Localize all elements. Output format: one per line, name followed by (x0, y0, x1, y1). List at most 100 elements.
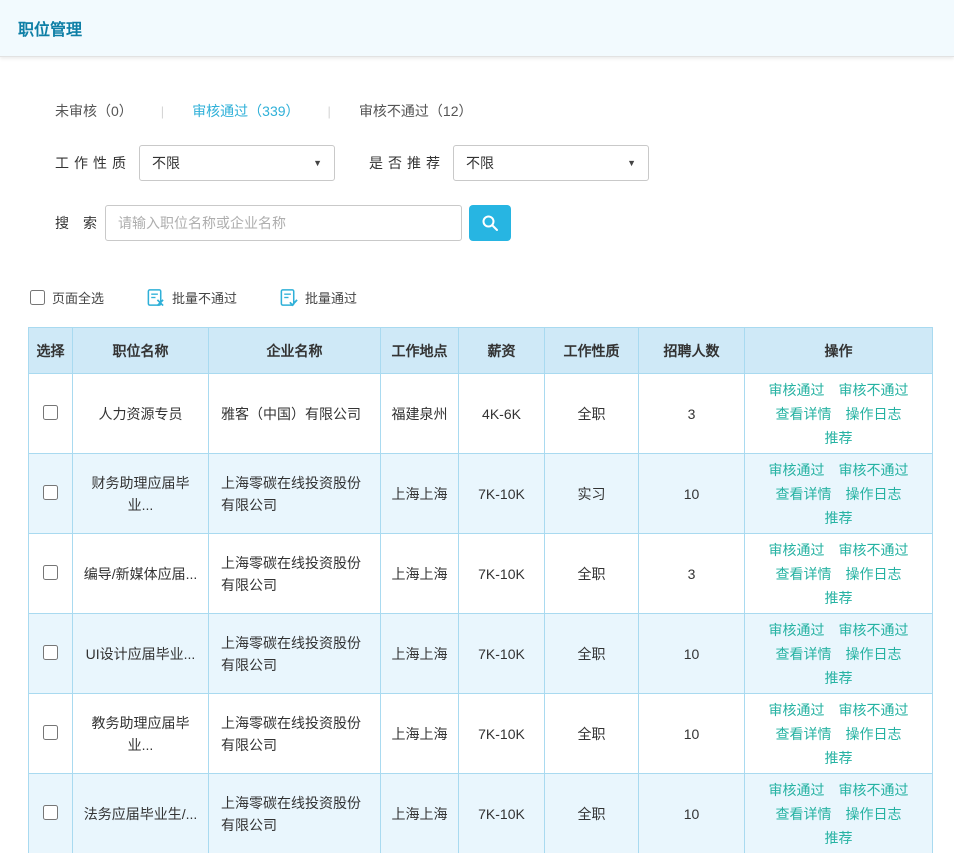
header-select: 选择 (29, 328, 73, 374)
salary-cell: 4K-6K (459, 374, 545, 454)
table-header-row: 选择 职位名称 企业名称 工作地点 薪资 工作性质 招聘人数 操作 (29, 328, 933, 374)
table-row: 教务助理应届毕业... 上海零碳在线投资股份有限公司 上海上海 7K-10K 全… (29, 694, 933, 774)
operation-log-link[interactable]: 操作日志 (846, 563, 902, 585)
tab-rejected[interactable]: 审核不通过（12） (359, 101, 473, 121)
view-detail-link[interactable]: 查看详情 (776, 403, 832, 425)
company-cell: 上海零碳在线投资股份有限公司 (209, 454, 381, 534)
recommend-selected-value: 不限 (466, 153, 494, 173)
recommend-link[interactable]: 推荐 (825, 667, 853, 689)
table-row: 法务应届毕业生/... 上海零碳在线投资股份有限公司 上海上海 7K-10K 全… (29, 774, 933, 853)
row-checkbox[interactable] (43, 725, 58, 740)
salary-cell: 7K-10K (459, 614, 545, 694)
filter-row-selects: 工作性质 不限 ▼ 是否推荐 不限 ▼ (55, 145, 926, 181)
bulk-actions-row: 页面全选 批量不通过 批量通过 (30, 288, 926, 307)
recommend-link[interactable]: 推荐 (825, 427, 853, 449)
header-company: 企业名称 (209, 328, 381, 374)
select-all-page[interactable]: 页面全选 (30, 288, 104, 307)
job-name-cell: 人力资源专员 (73, 374, 209, 454)
location-cell: 上海上海 (381, 694, 459, 774)
search-input[interactable] (105, 205, 462, 241)
job-name-cell: 教务助理应届毕业... (73, 694, 209, 774)
tab-separator: | (161, 104, 164, 119)
recommend-link[interactable]: 推荐 (825, 507, 853, 529)
chevron-down-icon: ▼ (627, 158, 636, 168)
location-cell: 上海上海 (381, 774, 459, 853)
search-label: 搜 索 (55, 213, 97, 233)
approve-link[interactable]: 审核通过 (769, 779, 825, 801)
reject-link[interactable]: 审核不通过 (839, 459, 909, 481)
header-job-type: 工作性质 (545, 328, 639, 374)
bulk-reject-button[interactable]: 批量不通过 (146, 288, 237, 307)
operation-log-link[interactable]: 操作日志 (846, 723, 902, 745)
tab-unreviewed[interactable]: 未审核（0） (55, 101, 133, 121)
reject-link[interactable]: 审核不通过 (839, 539, 909, 561)
row-checkbox[interactable] (43, 805, 58, 820)
recommend-link[interactable]: 推荐 (825, 827, 853, 849)
recommend-select[interactable]: 不限 ▼ (453, 145, 649, 181)
jobs-table: 选择 职位名称 企业名称 工作地点 薪资 工作性质 招聘人数 操作 人力资源专员… (28, 327, 933, 853)
select-all-label: 页面全选 (52, 288, 104, 307)
approve-link[interactable]: 审核通过 (769, 379, 825, 401)
approve-link[interactable]: 审核通过 (769, 619, 825, 641)
reject-link[interactable]: 审核不通过 (839, 379, 909, 401)
salary-cell: 7K-10K (459, 534, 545, 614)
select-all-checkbox[interactable] (30, 290, 45, 305)
search-icon (481, 214, 499, 232)
header-headcount: 招聘人数 (639, 328, 745, 374)
location-cell: 上海上海 (381, 614, 459, 694)
main-content: 未审核（0） | 审核通过（339） | 审核不通过（12） 工作性质 不限 ▼… (0, 101, 954, 853)
location-cell: 上海上海 (381, 534, 459, 614)
approve-link[interactable]: 审核通过 (769, 539, 825, 561)
status-tabs: 未审核（0） | 审核通过（339） | 审核不通过（12） (55, 101, 926, 121)
table-row: 人力资源专员 雅客（中国）有限公司 福建泉州 4K-6K 全职 3 审核通过 审… (29, 374, 933, 454)
reject-link[interactable]: 审核不通过 (839, 699, 909, 721)
approve-link[interactable]: 审核通过 (769, 459, 825, 481)
recommend-label: 是否推荐 (369, 153, 445, 173)
search-button[interactable] (469, 205, 511, 241)
company-cell: 上海零碳在线投资股份有限公司 (209, 534, 381, 614)
job-name-cell: 财务助理应届毕业... (73, 454, 209, 534)
salary-cell: 7K-10K (459, 774, 545, 853)
job-type-cell: 全职 (545, 374, 639, 454)
recommend-link[interactable]: 推荐 (825, 587, 853, 609)
operation-log-link[interactable]: 操作日志 (846, 803, 902, 825)
table-row: 财务助理应届毕业... 上海零碳在线投资股份有限公司 上海上海 7K-10K 实… (29, 454, 933, 534)
page-header: 职位管理 (0, 0, 954, 57)
company-cell: 上海零碳在线投资股份有限公司 (209, 614, 381, 694)
operation-log-link[interactable]: 操作日志 (846, 483, 902, 505)
tab-approved[interactable]: 审核通过（339） (192, 101, 299, 121)
view-detail-link[interactable]: 查看详情 (776, 483, 832, 505)
headcount-cell: 10 (639, 454, 745, 534)
row-checkbox[interactable] (43, 565, 58, 580)
view-detail-link[interactable]: 查看详情 (776, 723, 832, 745)
salary-cell: 7K-10K (459, 454, 545, 534)
operation-log-link[interactable]: 操作日志 (846, 403, 902, 425)
job-type-cell: 实习 (545, 454, 639, 534)
job-name-cell: 编导/新媒体应届... (73, 534, 209, 614)
table-row: 编导/新媒体应届... 上海零碳在线投资股份有限公司 上海上海 7K-10K 全… (29, 534, 933, 614)
reject-link[interactable]: 审核不通过 (839, 779, 909, 801)
recommend-link[interactable]: 推荐 (825, 747, 853, 769)
job-type-cell: 全职 (545, 614, 639, 694)
approve-link[interactable]: 审核通过 (769, 699, 825, 721)
reject-link[interactable]: 审核不通过 (839, 619, 909, 641)
bulk-approve-button[interactable]: 批量通过 (279, 288, 357, 307)
table-row: UI设计应届毕业... 上海零碳在线投资股份有限公司 上海上海 7K-10K 全… (29, 614, 933, 694)
row-checkbox[interactable] (43, 485, 58, 500)
view-detail-link[interactable]: 查看详情 (776, 803, 832, 825)
view-detail-link[interactable]: 查看详情 (776, 643, 832, 665)
header-location: 工作地点 (381, 328, 459, 374)
bulk-reject-icon (146, 288, 165, 307)
filter-row-search: 搜 索 (55, 205, 926, 241)
job-type-selected-value: 不限 (152, 153, 180, 173)
row-checkbox[interactable] (43, 405, 58, 420)
job-type-cell: 全职 (545, 774, 639, 853)
header-operations: 操作 (745, 328, 933, 374)
job-name-cell: 法务应届毕业生/... (73, 774, 209, 853)
view-detail-link[interactable]: 查看详情 (776, 563, 832, 585)
job-type-select[interactable]: 不限 ▼ (139, 145, 335, 181)
headcount-cell: 3 (639, 374, 745, 454)
operation-log-link[interactable]: 操作日志 (846, 643, 902, 665)
row-checkbox[interactable] (43, 645, 58, 660)
bulk-approve-icon (279, 288, 298, 307)
